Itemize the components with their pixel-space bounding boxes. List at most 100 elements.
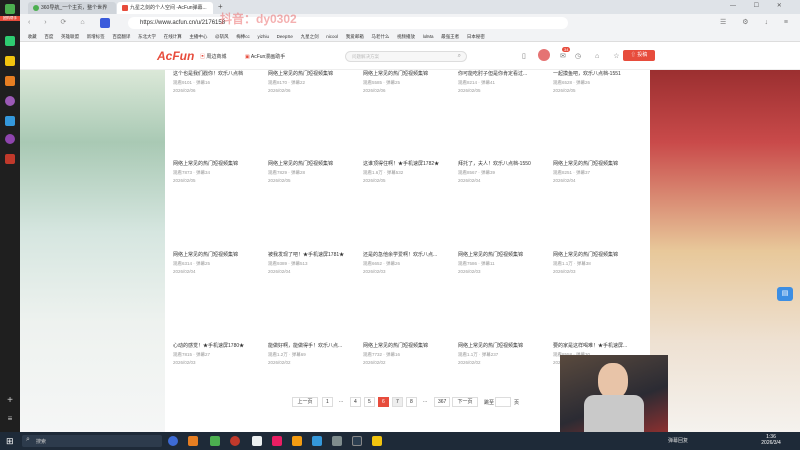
video-title[interactable]: 网络上常见的热门短视频集锦 [173,251,265,258]
app-icon-7[interactable] [5,154,15,164]
app-icon-6[interactable] [5,134,15,144]
prev-page-button[interactable]: 上一页 [292,397,318,407]
taskbar-app-icon[interactable] [372,436,382,446]
video-title[interactable]: 网络上常见的热门短视频集锦 [458,342,550,349]
video-title[interactable]: 网络上常见的热门短视频集锦 [363,70,455,77]
video-card[interactable]: 你可能吃肘子但是你肯定看过... 观看8214 · 弹幕41 2026/02/05 [458,70,550,93]
acfun-logo[interactable]: AcFun [157,49,194,63]
goto-page-input[interactable] [495,397,511,407]
video-card[interactable]: 网络上常见的热门短视频集锦 观看1.1万 · 弹幕38 2026/02/03 [553,251,645,274]
page-button[interactable]: 7 [392,397,403,407]
app-icon-4[interactable] [5,96,15,106]
video-card[interactable]: 网络上常见的热门短视频集锦 观看1.1万 · 弹幕237 2026/02/02 [458,342,550,365]
bookmark[interactable]: 日本秘密 [467,32,485,41]
bookmark[interactable]: nicool [326,32,338,41]
bookmark[interactable]: 东北大学 [138,32,156,41]
taskbar-app-icon[interactable] [210,436,220,446]
bookmark[interactable]: 马老什么 [371,32,389,41]
tab-360[interactable]: 360导航_一个主页，整个世界 [28,2,116,14]
video-card[interactable]: 网络上常见的热门短视频集锦 观看6314 · 弹幕25 2026/02/04 [173,251,265,274]
browser-logo-icon[interactable] [5,4,15,14]
bookmark[interactable]: lolMa [423,32,434,41]
bookmark[interactable]: @斩风 [215,32,229,41]
video-card[interactable]: 网络上常见的热门短视频集锦 观看8170 · 弹幕22 2026/02/06 [268,70,360,93]
bookmark[interactable]: yizhiu [257,32,269,41]
taskbar-app-icon[interactable] [230,436,240,446]
settings-icon[interactable]: ≡ [5,414,15,424]
bookmark[interactable]: 我爱邮箱 [346,32,364,41]
video-title[interactable]: 网络上常见的热门短视频集锦 [553,160,645,167]
video-title[interactable]: 还是的急他余学爱啊！欢乐八点... [363,251,455,258]
nav-comic[interactable]: ▣ AcFun漫画助手 [245,53,285,60]
app-icon-2[interactable] [5,56,15,66]
page-button[interactable]: 5 [364,397,375,407]
video-card[interactable]: 这个也是我们戳你！欢乐八点档 观看9101 · 弹幕16 2026/02/06 [173,70,265,93]
url-input[interactable]: https://www.acfun.cn/u/2176158 [128,17,568,29]
video-title[interactable]: 你可能吃肘子但是你肯定看过... [458,70,550,77]
app-icon-5[interactable] [5,116,15,126]
video-title[interactable]: 网络上常见的热门短视频集锦 [458,251,550,258]
nav-buttons[interactable]: ‹ › ⟳ ⌂ [28,18,91,26]
video-card[interactable]: 网络上常见的热门短视频集锦 观看8251 · 弹幕37 2026/02/04 [553,160,645,183]
video-card[interactable]: 被我发现了吧！★手机速屏1781★ 观看9389 · 弹幕513 2026/02/0… [268,251,360,274]
video-card[interactable]: 网络上常见的热门短视频集锦 观看7732 · 弹幕16 2026/02/02 [363,342,455,365]
app-icon-1[interactable] [5,36,15,46]
taskbar-search[interactable]: ⌕ 搜索 [22,435,162,447]
tab-acfun[interactable]: 九星之剑的个人空间 -AcFun弹幕... [117,2,213,14]
bookmark[interactable]: 九星之剑 [301,32,319,41]
bookmark[interactable]: 梅棒cc [236,32,250,41]
nav-shop[interactable]: ▣ 周边商城 [200,53,226,60]
taskbar-app-icon[interactable] [168,436,178,446]
app-icon-3[interactable] [5,76,15,86]
bookmark[interactable]: 视频播放 [397,32,415,41]
video-card[interactable]: 网络上常见的热门短视频集锦 观看5585 · 弹幕25 2026/02/06 [363,70,455,93]
bookmark[interactable]: DeepSe [277,32,293,41]
bookmark[interactable]: 新增标签 [87,32,105,41]
bookmark[interactable]: 在线计算 [164,32,182,41]
bookmark[interactable]: 英雄联盟 [61,32,79,41]
video-title[interactable]: 能做好啊，能做得手！欢乐八点... [268,342,360,349]
bookmark[interactable]: 最强王者 [441,32,459,41]
taskbar-app-icon[interactable] [252,436,262,446]
video-card[interactable]: 网络上常见的热门短视频集锦 观看7873 · 弹幕34 2026/02/05 [173,160,265,183]
video-title[interactable]: 拜托了，夫人！欢乐八点档-1550 [458,160,550,167]
video-title[interactable]: 网络上常见的热门短视频集锦 [553,251,645,258]
taskbar-app-icon[interactable] [292,436,302,446]
page-button[interactable]: 367 [434,397,451,407]
video-title[interactable]: 网络上常见的热门短视频集锦 [268,70,360,77]
page-button-current[interactable]: 6 [378,397,389,407]
page-button[interactable]: 1 [322,397,333,407]
video-title[interactable]: 网络上常见的热门短视频集锦 [173,160,265,167]
upload-button[interactable]: ⇧ 投稿 [623,50,655,61]
video-card[interactable]: 拜托了，夫人！欢乐八点档-1550 观看8567 · 弹幕39 2026/02/04 [458,160,550,183]
video-title[interactable]: 被我发现了吧！★手机速屏1781★ [268,251,360,258]
avatar[interactable] [538,49,550,61]
taskbar-app-icon[interactable] [188,436,198,446]
video-title[interactable]: 这谁顶得住啊！★手机速屏1782★ [363,160,455,167]
window-controls[interactable]: — ☐ ✕ [730,2,790,9]
float-side-button[interactable]: ▤ [777,287,793,301]
message-icon[interactable]: ✉ [560,52,566,60]
video-title[interactable]: 心动的感觉！★手机速屏1780★ [173,342,265,349]
video-title[interactable]: 这个也是我们戳你！欢乐八点档 [173,70,265,77]
video-card[interactable]: 还是的急他余学爱啊！欢乐八点... 观看6652 · 弹幕26 2026/02/03 [363,251,455,274]
video-title[interactable]: 网络上常见的热门短视频集锦 [363,342,455,349]
video-card[interactable]: 一起摸鱼吧，欢乐八点档-1551 观看6528 · 弹幕26 2026/02/05 [553,70,645,93]
toolbar-icons[interactable]: ☰ ⚙ ↓ ≡ [720,18,795,26]
search-icon[interactable]: ⌕ [458,53,461,60]
video-title[interactable]: 一起摸鱼吧，欢乐八点档-1551 [553,70,645,77]
next-page-button[interactable]: 下一页 [452,397,478,407]
search-box[interactable]: 问题解决方案 ⌕ [345,51,467,62]
search-input[interactable]: 问题解决方案 [352,54,379,60]
taskbar-app-icon[interactable] [332,436,342,446]
mobile-icon[interactable]: ▯ [522,52,526,60]
video-card[interactable]: 心动的感觉！★手机速屏1780★ 观看7815 · 弹幕27 2026/02/03 [173,342,265,365]
bookmark[interactable]: 百度 [44,32,53,41]
extension-icon[interactable] [100,18,110,28]
video-card[interactable]: 能做好啊，能做得手！欢乐八点... 观看1.2万 · 弹幕69 2026/02/02 [268,342,360,365]
page-button[interactable]: 8 [406,397,417,407]
video-title[interactable]: 要的家是这样喝难！★手机速屏... [553,342,645,349]
taskbar-app-icon[interactable] [312,436,322,446]
video-title[interactable]: 网络上常见的热门短视频集锦 [268,160,360,167]
bookmark[interactable]: 主播中心 [189,32,207,41]
